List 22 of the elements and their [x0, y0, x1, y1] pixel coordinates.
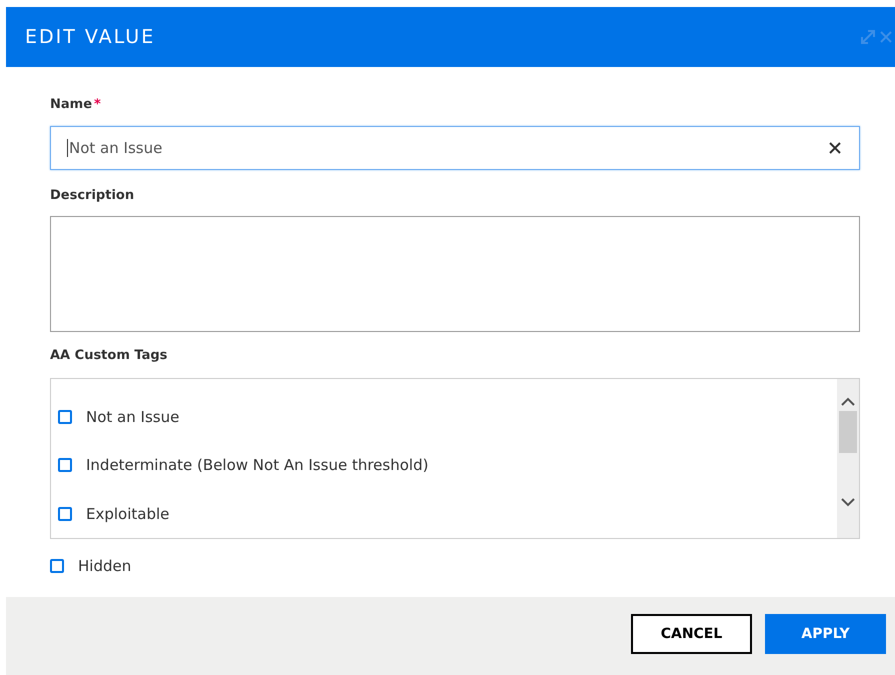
checkbox-label: Not an Issue	[86, 408, 180, 426]
checkbox[interactable]	[58, 410, 72, 424]
checkbox-label: Exploitable	[86, 504, 170, 523]
required-mark: *	[94, 97, 101, 112]
checkbox[interactable]	[58, 506, 72, 521]
scrollbar[interactable]	[837, 379, 859, 538]
chevron-down-icon[interactable]	[841, 497, 855, 507]
field-label: Name	[50, 97, 92, 112]
checkbox-label: Indeterminate (Below Not An Issue threshold)	[86, 456, 428, 474]
field-label: AA Custom Tags	[50, 348, 168, 363]
field-label: Description	[50, 188, 134, 203]
apply-button[interactable]: APPLY	[765, 614, 886, 654]
scrollbar-thumb[interactable]	[839, 411, 857, 453]
description-field[interactable]	[50, 216, 860, 332]
checkbox[interactable]	[58, 458, 72, 472]
checkbox[interactable]	[50, 559, 64, 573]
checkbox-label: Hidden	[78, 557, 132, 575]
chevron-up-icon[interactable]	[841, 397, 855, 407]
dialog-title: EDIT VALUE	[25, 26, 156, 48]
clear-icon[interactable]	[829, 142, 841, 154]
name-input-field[interactable]: Not an Issue	[50, 126, 860, 170]
cancel-button[interactable]: CANCEL	[631, 614, 752, 654]
